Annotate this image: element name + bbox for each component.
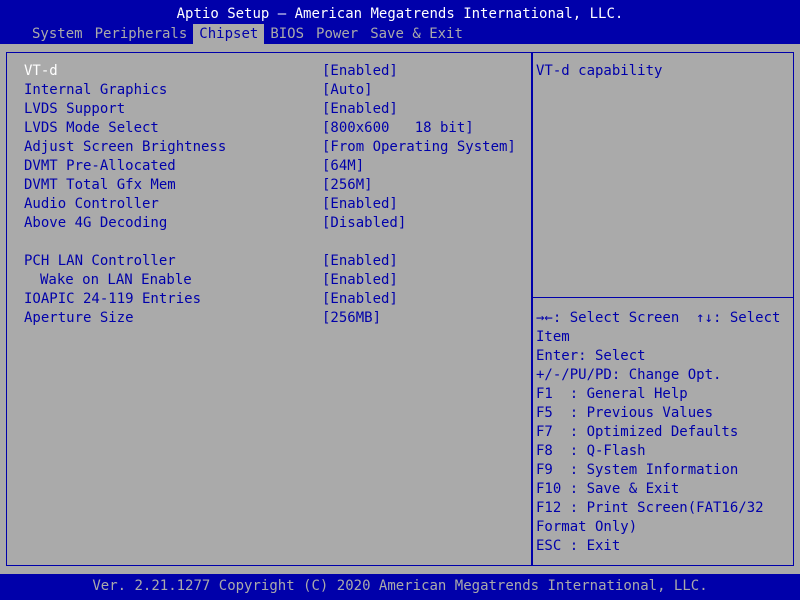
setting-row-lvds-support[interactable]: LVDS Support [Enabled] <box>24 100 524 119</box>
setting-label: Wake on LAN Enable <box>40 272 192 288</box>
setting-value[interactable]: [Enabled] <box>322 252 398 271</box>
setting-label: Adjust Screen Brightness <box>24 139 227 155</box>
setting-row-lvds-mode-select[interactable]: LVDS Mode Select [800x600 18 bit] <box>24 119 524 138</box>
key-help-line: Item <box>536 329 570 345</box>
setting-row-vt-d[interactable]: VT-d [Enabled] <box>24 62 524 81</box>
setting-value[interactable]: [256M] <box>322 176 373 195</box>
setting-value[interactable]: [Enabled] <box>322 100 398 119</box>
panel-divider <box>531 52 533 566</box>
setting-label: Audio Controller <box>24 196 159 212</box>
setting-value[interactable]: [64M] <box>322 157 364 176</box>
setting-value[interactable]: [256MB] <box>322 309 381 328</box>
setting-row-aperture-size[interactable]: Aperture Size [256MB] <box>24 309 524 328</box>
setting-row-pch-lan-controller[interactable]: PCH LAN Controller [Enabled] <box>24 252 524 271</box>
setting-label: DVMT Total Gfx Mem <box>24 177 176 193</box>
setting-value[interactable]: [Disabled] <box>322 214 406 233</box>
key-help-line: Enter: Select <box>536 348 646 364</box>
tab-chipset[interactable]: Chipset <box>193 24 265 44</box>
setting-value[interactable]: [Enabled] <box>322 195 398 214</box>
setting-row-wake-on-lan-enable[interactable]: Wake on LAN Enable [Enabled] <box>24 271 524 290</box>
setting-value[interactable]: [800x600 18 bit] <box>322 119 474 138</box>
setting-label: DVMT Pre-Allocated <box>24 158 176 174</box>
setting-label: LVDS Mode Select <box>24 120 159 136</box>
setting-row-ioapic-entries[interactable]: IOAPIC 24-119 Entries [Enabled] <box>24 290 524 309</box>
version-copyright: Ver. 2.21.1277 Copyright (C) 2020 Americ… <box>92 578 708 594</box>
key-help-line: F12 : Print Screen(FAT16/32 <box>536 500 764 516</box>
setting-row-internal-graphics[interactable]: Internal Graphics [Auto] <box>24 81 524 100</box>
setting-label: LVDS Support <box>24 101 126 117</box>
key-help-line: F1 : General Help <box>536 386 688 402</box>
setting-label: IOAPIC 24-119 Entries <box>24 291 202 307</box>
setting-label: PCH LAN Controller <box>24 253 176 269</box>
setting-value[interactable]: [Auto] <box>322 81 373 100</box>
tab-system[interactable]: System <box>26 24 89 44</box>
setting-value[interactable]: [From Operating System] <box>322 138 516 157</box>
key-help-line: F7 : Optimized Defaults <box>536 424 739 440</box>
help-description: VT-d capability <box>536 63 663 79</box>
footer-bar: Ver. 2.21.1277 Copyright (C) 2020 Americ… <box>0 574 800 600</box>
setting-label: Above 4G Decoding <box>24 215 168 231</box>
tab-peripherals[interactable]: Peripherals <box>89 24 194 44</box>
key-help-line: +/-/PU/PD: Change Opt. <box>536 367 722 383</box>
setting-row-audio-controller[interactable]: Audio Controller [Enabled] <box>24 195 524 214</box>
help-divider <box>533 297 794 298</box>
key-help-line: ESC : Exit <box>536 538 621 554</box>
setting-label: Internal Graphics <box>24 82 168 98</box>
key-help-line: F9 : System Information <box>536 462 739 478</box>
tab-save-exit[interactable]: Save & Exit <box>364 24 469 44</box>
key-help-list: →←: Select Screen ↑↓: Select Item Enter:… <box>536 309 792 556</box>
setting-value[interactable]: [Enabled] <box>322 62 398 81</box>
app-title: Aptio Setup – American Megatrends Intern… <box>176 6 624 22</box>
key-help-line: Format Only) <box>536 519 638 535</box>
key-help-line: F8 : Q-Flash <box>536 443 646 459</box>
key-help-line: F5 : Previous Values <box>536 405 714 421</box>
title-bar: Aptio Setup – American Megatrends Intern… <box>0 0 800 44</box>
setting-row-adjust-screen-brightness[interactable]: Adjust Screen Brightness [From Operating… <box>24 138 524 157</box>
tab-power[interactable]: Power <box>310 24 364 44</box>
tab-bios[interactable]: BIOS <box>264 24 310 44</box>
setting-value[interactable]: [Enabled] <box>322 271 398 290</box>
key-help-line: F10 : Save & Exit <box>536 481 680 497</box>
tab-bar: System Peripherals Chipset BIOS Power Sa… <box>26 24 469 44</box>
settings-list: VT-d [Enabled] Internal Graphics [Auto] … <box>24 62 524 328</box>
setting-row-dvmt-pre-allocated[interactable]: DVMT Pre-Allocated [64M] <box>24 157 524 176</box>
setting-row-above-4g-decoding[interactable]: Above 4G Decoding [Disabled] <box>24 214 524 233</box>
setting-row-dvmt-total-gfx-mem[interactable]: DVMT Total Gfx Mem [256M] <box>24 176 524 195</box>
setting-label: Aperture Size <box>24 310 134 326</box>
key-help-line: →←: Select Screen ↑↓: Select <box>536 310 781 326</box>
setting-value[interactable]: [Enabled] <box>322 290 398 309</box>
setting-label: VT-d <box>24 63 58 79</box>
